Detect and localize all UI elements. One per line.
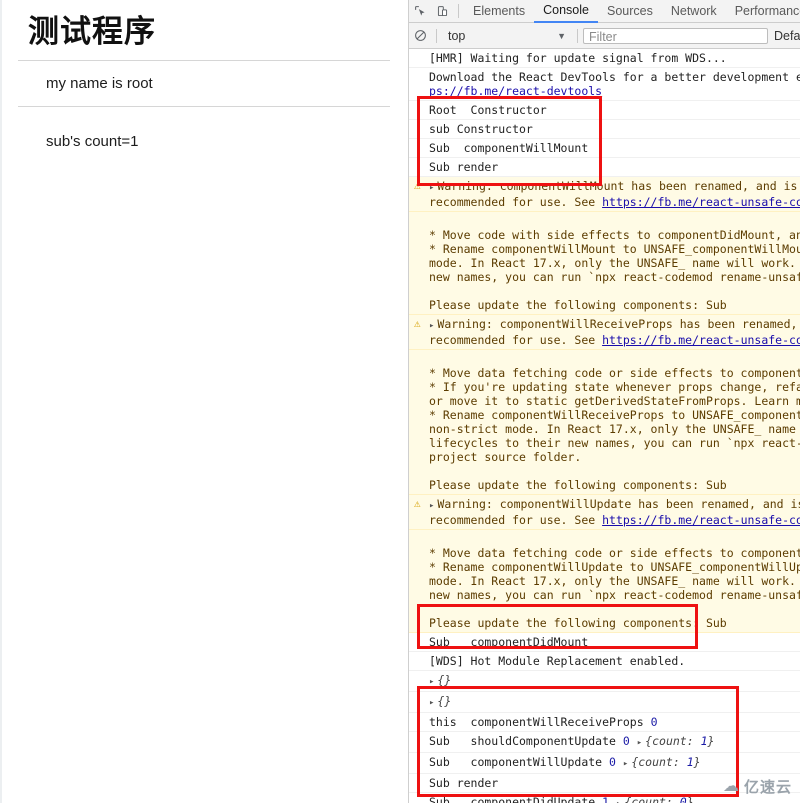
- rendered-web-page: 测试程序 my name is root sub's count=1: [0, 0, 408, 803]
- warning-icon: ⚠: [414, 497, 421, 510]
- expand-arrow-icon[interactable]: ▸: [623, 759, 628, 769]
- log-levels-dropdown[interactable]: Default: [774, 29, 800, 43]
- value-number: 0: [609, 755, 616, 769]
- clear-console-icon[interactable]: [409, 26, 431, 46]
- devtools-panel: Elements Console Sources Network Perform…: [408, 0, 800, 803]
- cloud-icon: ☁: [722, 777, 739, 795]
- tab-elements[interactable]: Elements: [464, 1, 534, 22]
- tab-performance[interactable]: Performance: [726, 1, 800, 22]
- expand-arrow-icon[interactable]: ▸: [429, 677, 434, 687]
- tab-console[interactable]: Console: [534, 0, 598, 23]
- object-preview: {count: 1}: [645, 734, 715, 748]
- console-row-object[interactable]: ▸{}: [409, 671, 800, 692]
- tab-network[interactable]: Network: [662, 1, 726, 22]
- console-row-warning[interactable]: ⚠ ▸ Warning: componentWillMount has been r…: [409, 177, 800, 212]
- object-preview: {}: [437, 694, 452, 708]
- console-row-warning-detail[interactable]: * Move data fetching code or side effect…: [409, 530, 800, 633]
- warning-icon: ⚠: [414, 317, 421, 330]
- console-link[interactable]: https://fb.me/react-unsafe-compo: [602, 333, 800, 347]
- console-link[interactable]: https://fb.me/react-unsafe-compo: [602, 513, 800, 527]
- console-row-warning[interactable]: ⚠ ▸ Warning: componentWillReceiveProps has…: [409, 315, 800, 350]
- warning-icon: ⚠: [414, 179, 421, 192]
- device-toolbar-icon[interactable]: [431, 1, 453, 21]
- watermark-text: 亿速云: [743, 779, 792, 796]
- console-row-log[interactable]: Sub componentWillMount: [409, 139, 800, 158]
- console-row-log[interactable]: Sub componentDidMount: [409, 633, 800, 652]
- expand-arrow-icon[interactable]: ▸: [429, 321, 434, 331]
- chevron-down-icon: ▼: [557, 30, 566, 41]
- name-line: my name is root: [46, 74, 153, 92]
- console-link[interactable]: ps://fb.me/react-devtools: [429, 84, 602, 98]
- value-number: 1: [602, 795, 610, 803]
- expand-arrow-icon[interactable]: ▸: [429, 698, 434, 708]
- object-preview: {}: [437, 673, 452, 687]
- filter-input[interactable]: Filter: [583, 27, 768, 44]
- console-row-lifecycle[interactable]: Sub shouldComponentUpdate 0 ▸ {count: 1}: [409, 732, 800, 753]
- console-row-log[interactable]: sub Constructor: [409, 120, 800, 139]
- inspect-element-icon[interactable]: [409, 1, 431, 21]
- object-preview: {count: 0}: [624, 795, 694, 803]
- screenshot-root: 测试程序 my name is root sub's count=1 Eleme…: [0, 0, 800, 803]
- console-row-lifecycle[interactable]: this componentWillReceiveProps 0: [409, 713, 800, 732]
- console-row-object[interactable]: ▸{}: [409, 692, 800, 713]
- console-row-log-link[interactable]: Download the React DevTools for a better…: [409, 68, 800, 101]
- console-row-warning[interactable]: ⚠ ▸ Warning: componentWillUpdate has been …: [409, 495, 800, 530]
- tab-sources[interactable]: Sources: [598, 1, 662, 22]
- value-number: 0: [622, 734, 630, 748]
- console-row-warning-detail[interactable]: * Move data fetching code or side effect…: [409, 350, 800, 495]
- devtools-tabbar: Elements Console Sources Network Perform…: [409, 0, 800, 23]
- page-title: 测试程序: [28, 14, 156, 49]
- watermark: ☁ 亿速云: [723, 776, 792, 797]
- console-row-log[interactable]: Root Constructor: [409, 101, 800, 120]
- console-row-log[interactable]: [HMR] Waiting for update signal from WDS…: [409, 49, 800, 68]
- object-preview: {count: 1}: [631, 755, 701, 769]
- console-row-warning-detail[interactable]: * Move code with side effects to compone…: [409, 212, 800, 315]
- console-toolbar: top ▼ Filter Default: [409, 23, 800, 49]
- context-selector-value: top: [448, 28, 466, 43]
- page-left-edge: [0, 0, 2, 803]
- count-line: sub's count=1: [46, 132, 139, 150]
- toolbar-separator-2: [577, 28, 578, 43]
- console-row-log[interactable]: Sub render: [409, 158, 800, 177]
- context-selector[interactable]: top ▼: [442, 27, 572, 44]
- expand-arrow-icon[interactable]: ▸: [429, 501, 434, 511]
- console-link[interactable]: https://fb.me/react-unsafe-compo: [602, 195, 800, 209]
- console-row-log[interactable]: [WDS] Hot Module Replacement enabled.: [409, 652, 800, 671]
- console-output[interactable]: [HMR] Waiting for update signal from WDS…: [409, 49, 800, 803]
- console-row-lifecycle[interactable]: Sub componentWillUpdate 0 ▸ {count: 1}: [409, 753, 800, 774]
- value-number: 0: [650, 715, 658, 729]
- tabbar-separator: [458, 4, 459, 18]
- expand-arrow-icon[interactable]: ▸: [429, 183, 434, 193]
- toolbar-separator-1: [436, 28, 437, 43]
- expand-arrow-icon[interactable]: ▸: [616, 799, 621, 803]
- expand-arrow-icon[interactable]: ▸: [637, 738, 642, 748]
